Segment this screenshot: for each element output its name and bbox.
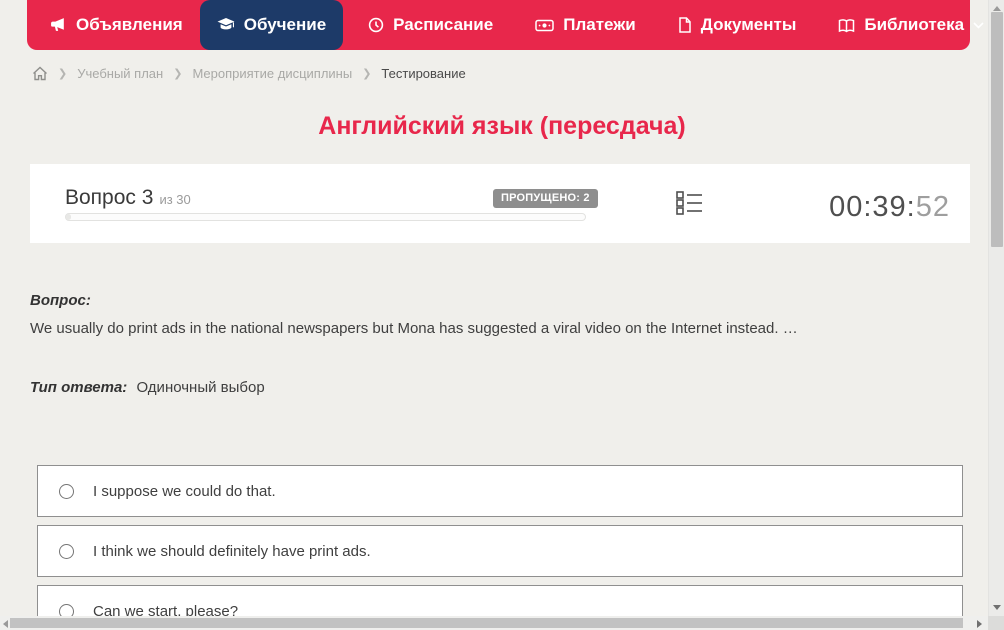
timer: 00:39:52 [829, 191, 950, 224]
answer-list: I suppose we could do that. I think we s… [37, 465, 963, 630]
nav-item-schedule[interactable]: Расписание [351, 0, 510, 50]
timer-seconds: 52 [915, 191, 950, 223]
question-status-card: Вопрос 3 из 30 ПРОПУЩЕНО: 2 00:39:52 [30, 164, 970, 243]
breadcrumb-separator: ❯ [173, 67, 183, 80]
clock-icon [368, 17, 384, 33]
question-text: We usually do print ads in the national … [30, 320, 798, 337]
radio-button[interactable] [59, 543, 74, 559]
breadcrumb-item-curriculum[interactable]: Учебный план [77, 66, 163, 81]
question-counter: Вопрос 3 из 30 [65, 186, 191, 210]
question-label: Вопрос: [30, 292, 91, 309]
document-icon [678, 17, 692, 33]
question-list-icon [675, 189, 703, 222]
skipped-badge: ПРОПУЩЕНО: 2 [493, 189, 598, 208]
nav-item-label: Документы [700, 15, 797, 34]
top-navbar: Объявления Обучение Расписание Платежи Д… [27, 0, 984, 50]
nav-item-label: Платежи [563, 15, 636, 34]
scroll-down-arrow-icon[interactable] [993, 605, 1001, 610]
scroll-up-arrow-icon[interactable] [993, 6, 1001, 11]
question-list-button[interactable] [675, 189, 703, 222]
horizontal-scrollbar-thumb[interactable] [10, 618, 963, 628]
breadcrumb-separator: ❯ [362, 67, 372, 80]
answer-type-label: Тип ответа: [30, 379, 128, 396]
nav-item-label: Обучение [243, 15, 327, 34]
question-number: Вопрос 3 [65, 186, 154, 209]
banknote-icon [535, 18, 554, 33]
nav-item-announcements[interactable]: Объявления [33, 0, 200, 50]
page: Объявления Обучение Расписание Платежи Д… [0, 0, 1004, 630]
scroll-left-arrow-icon[interactable] [3, 620, 8, 628]
horizontal-scrollbar[interactable] [0, 616, 988, 630]
home-icon[interactable] [32, 66, 48, 81]
nav-item-documents[interactable]: Документы [661, 0, 814, 50]
answer-option-2[interactable]: I think we should definitely have print … [37, 525, 963, 577]
answer-option-text: I suppose we could do that. [93, 482, 276, 500]
answer-option-1[interactable]: I suppose we could do that. [37, 465, 963, 517]
book-icon [838, 18, 855, 33]
answer-type-value: Одиночный выбор [136, 379, 265, 396]
breadcrumb-item-testing: Тестирование [381, 65, 466, 81]
vertical-scrollbar-thumb[interactable] [991, 12, 1003, 247]
timer-hours-minutes: 00:39: [829, 191, 916, 223]
question-total: из 30 [159, 192, 191, 207]
nav-item-learning[interactable]: Обучение [199, 0, 344, 50]
nav-item-label: Расписание [393, 15, 494, 34]
answer-option-text: I think we should definitely have print … [93, 542, 371, 560]
scrollbar-corner [988, 616, 1004, 630]
breadcrumb-item-discipline-event[interactable]: Мероприятие дисциплины [192, 66, 352, 81]
nav-item-library[interactable]: Библиотека [821, 0, 1001, 50]
graduation-cap-icon [217, 17, 235, 33]
scroll-right-arrow-icon[interactable] [977, 620, 982, 628]
vertical-scrollbar[interactable] [988, 0, 1004, 616]
nav-item-label: Объявления [76, 15, 183, 34]
nav-item-payments[interactable]: Платежи [518, 0, 653, 50]
answer-type: Тип ответа: Одиночный выбор [30, 379, 265, 396]
breadcrumb: ❯ Учебный план ❯ Мероприятие дисциплины … [32, 63, 466, 83]
megaphone-icon [50, 17, 67, 34]
breadcrumb-separator: ❯ [58, 67, 68, 80]
radio-button[interactable] [59, 483, 74, 499]
page-title: Английский язык (пересдача) [318, 112, 686, 140]
nav-item-label: Библиотека [864, 15, 965, 34]
progress-bar [65, 213, 586, 221]
chevron-down-icon [973, 21, 984, 29]
progress-bar-fill [66, 214, 72, 220]
